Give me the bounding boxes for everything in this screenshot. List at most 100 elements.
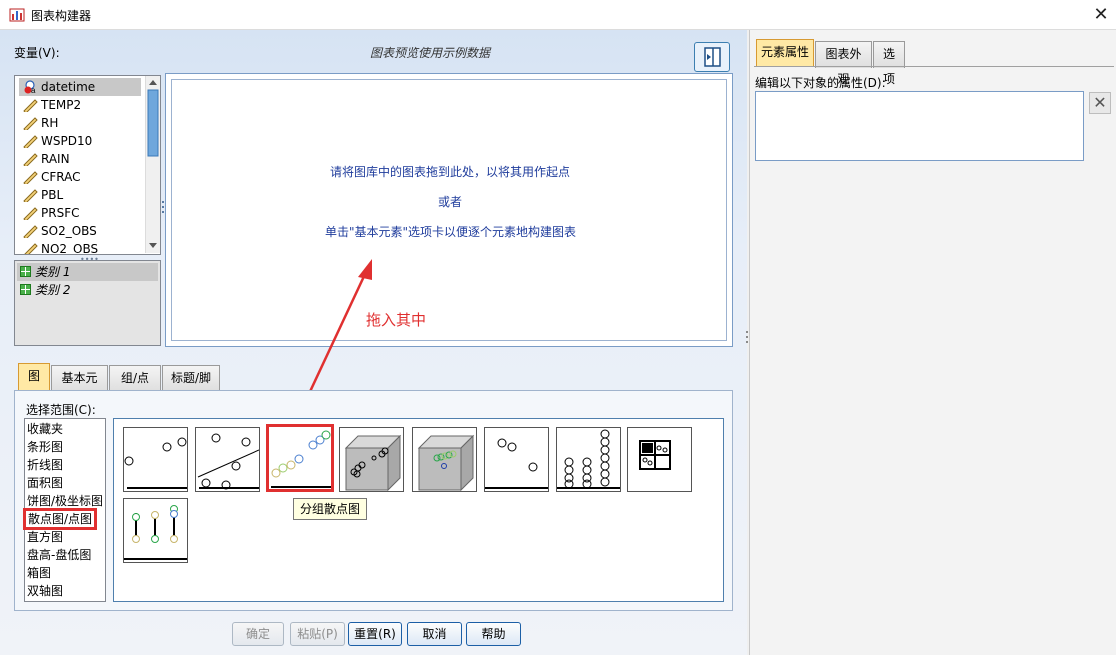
variable-label: PBL (41, 188, 64, 202)
range-item-scatter-dot[interactable]: 散点图/点图 (22, 508, 98, 530)
variable-label: PRSFC (41, 206, 80, 220)
variable-item-pbl[interactable]: PBL (19, 186, 141, 204)
range-item-bar[interactable]: 条形图 (27, 438, 63, 456)
scatter-matrix-thumbnail-icon (639, 440, 671, 470)
category-grid-icon (20, 284, 31, 295)
variable-item-datetime[interactable]: a datetime (19, 78, 141, 96)
variable-label: datetime (41, 80, 96, 94)
thumbnail-summary-point[interactable] (484, 427, 549, 492)
properties-object-list[interactable] (755, 91, 1084, 161)
scale-variable-icon (23, 171, 38, 184)
scatter-fit-line-thumbnail-icon (197, 433, 259, 490)
scale-variable-icon (23, 99, 38, 112)
variable-item-prsfc[interactable]: PRSFC (19, 204, 141, 222)
variable-label: NO2_OBS (41, 242, 99, 255)
scale-variable-icon (23, 153, 38, 166)
summary-point-thumbnail-icon (485, 438, 548, 489)
category-list[interactable]: 类别 1 类别 2 (14, 260, 161, 346)
thumbnail-dot-plot[interactable] (556, 427, 621, 492)
variable-label: RH (41, 116, 59, 130)
cancel-button[interactable]: 取消 (407, 622, 462, 646)
scale-variable-icon (23, 189, 38, 202)
basic-elements-instruction: 单击"基本元素"选项卡以便逐个元素地构建图表 (325, 225, 577, 239)
thumbnail-grouped-3d-scatter[interactable] (412, 427, 477, 492)
ok-button[interactable]: 确定 (232, 622, 284, 646)
close-window-button[interactable]: ✕ (1089, 3, 1113, 27)
panel-splitter-handle[interactable] (745, 330, 749, 346)
thumbnail-tooltip: 分组散点图 (293, 498, 368, 520)
variables-label: 变量(V): (14, 46, 60, 60)
variable-list-scrollbar[interactable] (145, 76, 160, 253)
tab-element-properties[interactable]: 元素属性 (756, 39, 814, 66)
drop-instruction-or: 或者 (438, 195, 463, 209)
scale-variable-icon (23, 135, 38, 148)
chart-type-list[interactable]: 收藏夹 条形图 折线图 面积图 饼图/极坐标图 散点图/点图 直方图 盘高-盘低… (22, 418, 106, 602)
help-button[interactable]: 帮助 (466, 622, 521, 646)
tab-group-point-id[interactable]: 组/点 ID (109, 365, 161, 410)
drop-line-thumbnail-icon (124, 505, 187, 560)
tab-titles-footnotes[interactable]: 标题/脚注 (162, 365, 220, 410)
thumbnail-scatter-matrix[interactable] (627, 427, 692, 492)
thumbnail-3d-scatter[interactable] (339, 427, 404, 492)
scale-variable-icon (24, 243, 38, 254)
tab-chart-appearance[interactable]: 图表外观 (815, 41, 872, 86)
thumbnail-grouped-scatter[interactable] (266, 424, 334, 492)
variable-label: CFRAC (41, 170, 81, 184)
category-grid-icon (20, 266, 31, 277)
simple-scatter-thumbnail-icon (124, 437, 187, 489)
variable-item-no2-obs[interactable]: NO2_OBS (19, 240, 141, 255)
category-label: 类别 1 (35, 265, 71, 279)
variable-item-rain[interactable]: RAIN (19, 150, 141, 168)
dot-plot-thumbnail-icon (557, 429, 620, 489)
scale-variable-icon (23, 117, 38, 130)
reset-button[interactable]: 重置(R) (348, 622, 402, 646)
chart-builder-icon (9, 8, 25, 22)
variable-list[interactable]: a datetime TEMP2 RH WSPD10 RAIN CFRAC PB… (14, 75, 161, 255)
range-item-favorites[interactable]: 收藏夹 (27, 420, 63, 438)
collapse-panel-button[interactable] (694, 42, 730, 72)
paste-button[interactable]: 粘贴(P) (290, 622, 345, 646)
grouped-3d-scatter-thumbnail-icon (417, 434, 475, 491)
scroll-thumb[interactable] (147, 89, 159, 157)
variable-item-cfrac[interactable]: CFRAC (19, 168, 141, 186)
range-label: 选择范围(C): (26, 403, 96, 417)
range-item-area[interactable]: 面积图 (27, 474, 63, 492)
variable-item-so2-obs[interactable]: SO2_OBS (19, 222, 141, 240)
thumbnail-scatter-fit-line[interactable] (195, 427, 260, 492)
vertical-splitter-handle[interactable] (160, 200, 166, 216)
variable-item-rh[interactable]: RH (19, 114, 141, 132)
date-variable-icon: a (24, 80, 36, 94)
svg-text:a: a (31, 86, 36, 94)
thumbnail-drop-line[interactable] (123, 498, 188, 563)
tab-basic-elements[interactable]: 基本元素 (51, 365, 108, 410)
scroll-up-icon[interactable] (149, 80, 157, 85)
preview-note: 图表预览使用示例数据 (370, 46, 491, 60)
tab-options[interactable]: 选项 (873, 41, 905, 86)
range-item-pie-polar[interactable]: 饼图/极坐标图 (27, 492, 103, 510)
range-item-histogram[interactable]: 直方图 (27, 528, 63, 546)
tab-divider (754, 66, 1114, 67)
drop-instruction: 请将图库中的图表拖到此处，以将其用作起点 (330, 165, 571, 179)
scroll-down-icon[interactable] (149, 243, 157, 248)
thumbnail-simple-scatter[interactable] (123, 427, 188, 492)
range-item-boxplot[interactable]: 箱图 (27, 564, 51, 582)
remove-object-button[interactable]: ✕ (1089, 92, 1111, 114)
chart-drop-zone[interactable] (171, 79, 727, 341)
range-item-high-low[interactable]: 盘高-盘低图 (27, 546, 91, 564)
category-item-1[interactable]: 类别 1 (17, 263, 158, 281)
window-title: 图表构建器 (31, 9, 92, 23)
variable-label: SO2_OBS (41, 224, 97, 238)
annotation-drag-hint: 拖入其中 (366, 311, 427, 329)
range-item-dual-axis[interactable]: 双轴图 (27, 582, 63, 600)
category-item-2[interactable]: 类别 2 (17, 281, 158, 299)
variable-label: RAIN (41, 152, 70, 166)
edit-properties-label: 编辑以下对象的属性(D): (755, 76, 886, 90)
scale-variable-icon (23, 207, 38, 220)
collapse-panel-icon (704, 47, 721, 67)
scale-variable-icon (23, 225, 38, 238)
range-item-line[interactable]: 折线图 (27, 456, 63, 474)
3d-scatter-thumbnail-icon (344, 434, 402, 491)
variable-item-temp2[interactable]: TEMP2 (19, 96, 141, 114)
tab-gallery[interactable]: 图库 (18, 363, 50, 408)
variable-item-wspd10[interactable]: WSPD10 (19, 132, 141, 150)
